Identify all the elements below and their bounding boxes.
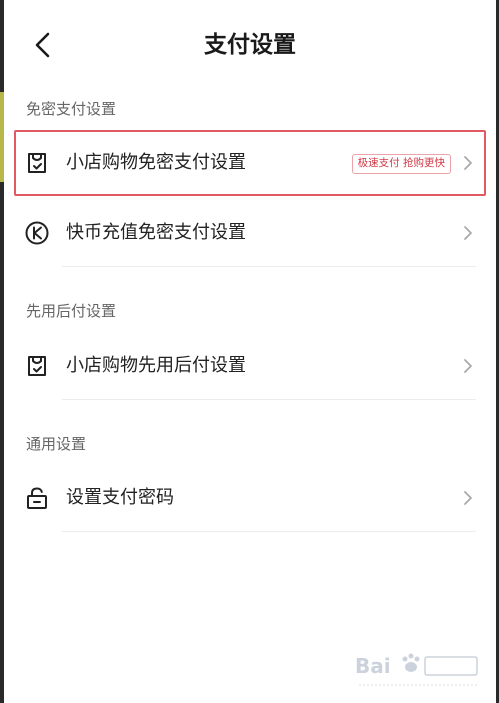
status-bar bbox=[4, 0, 496, 12]
row-label: 小店购物先用后付设置 bbox=[66, 355, 246, 376]
chevron-right-icon bbox=[464, 226, 472, 240]
lock-icon bbox=[27, 487, 47, 509]
divider bbox=[62, 399, 476, 400]
section-header-general: 通用设置 bbox=[26, 435, 87, 453]
svg-text:Bai: Bai bbox=[355, 654, 391, 678]
nav-header: 支付设置 bbox=[4, 14, 496, 76]
left-frame-edge bbox=[0, 0, 4, 703]
chevron-right-icon bbox=[464, 359, 472, 373]
chevron-right-icon bbox=[464, 491, 472, 505]
row-set-password[interactable]: 设置支付密码 bbox=[14, 465, 484, 531]
paw-logo-icon: Bai bbox=[355, 653, 479, 686]
row-label: 快币充值免密支付设置 bbox=[66, 222, 246, 243]
row-coin-secret-free[interactable]: 快币充值免密支付设置 bbox=[14, 200, 484, 266]
frame-accent bbox=[0, 92, 4, 182]
divider bbox=[62, 266, 476, 267]
page-title: 支付设置 bbox=[204, 32, 296, 58]
highlight-box bbox=[14, 130, 486, 196]
divider bbox=[62, 531, 476, 532]
section-header-pay-later: 先用后付设置 bbox=[26, 302, 117, 320]
shopping-bag-icon bbox=[28, 356, 46, 376]
row-label: 设置支付密码 bbox=[66, 487, 174, 508]
section-header-secret-free: 免密支付设置 bbox=[26, 100, 117, 118]
watermark-logo: Bai bbox=[355, 649, 485, 695]
k-coin-icon bbox=[25, 221, 49, 245]
row-shop-pay-later[interactable]: 小店购物先用后付设置 bbox=[14, 333, 484, 399]
